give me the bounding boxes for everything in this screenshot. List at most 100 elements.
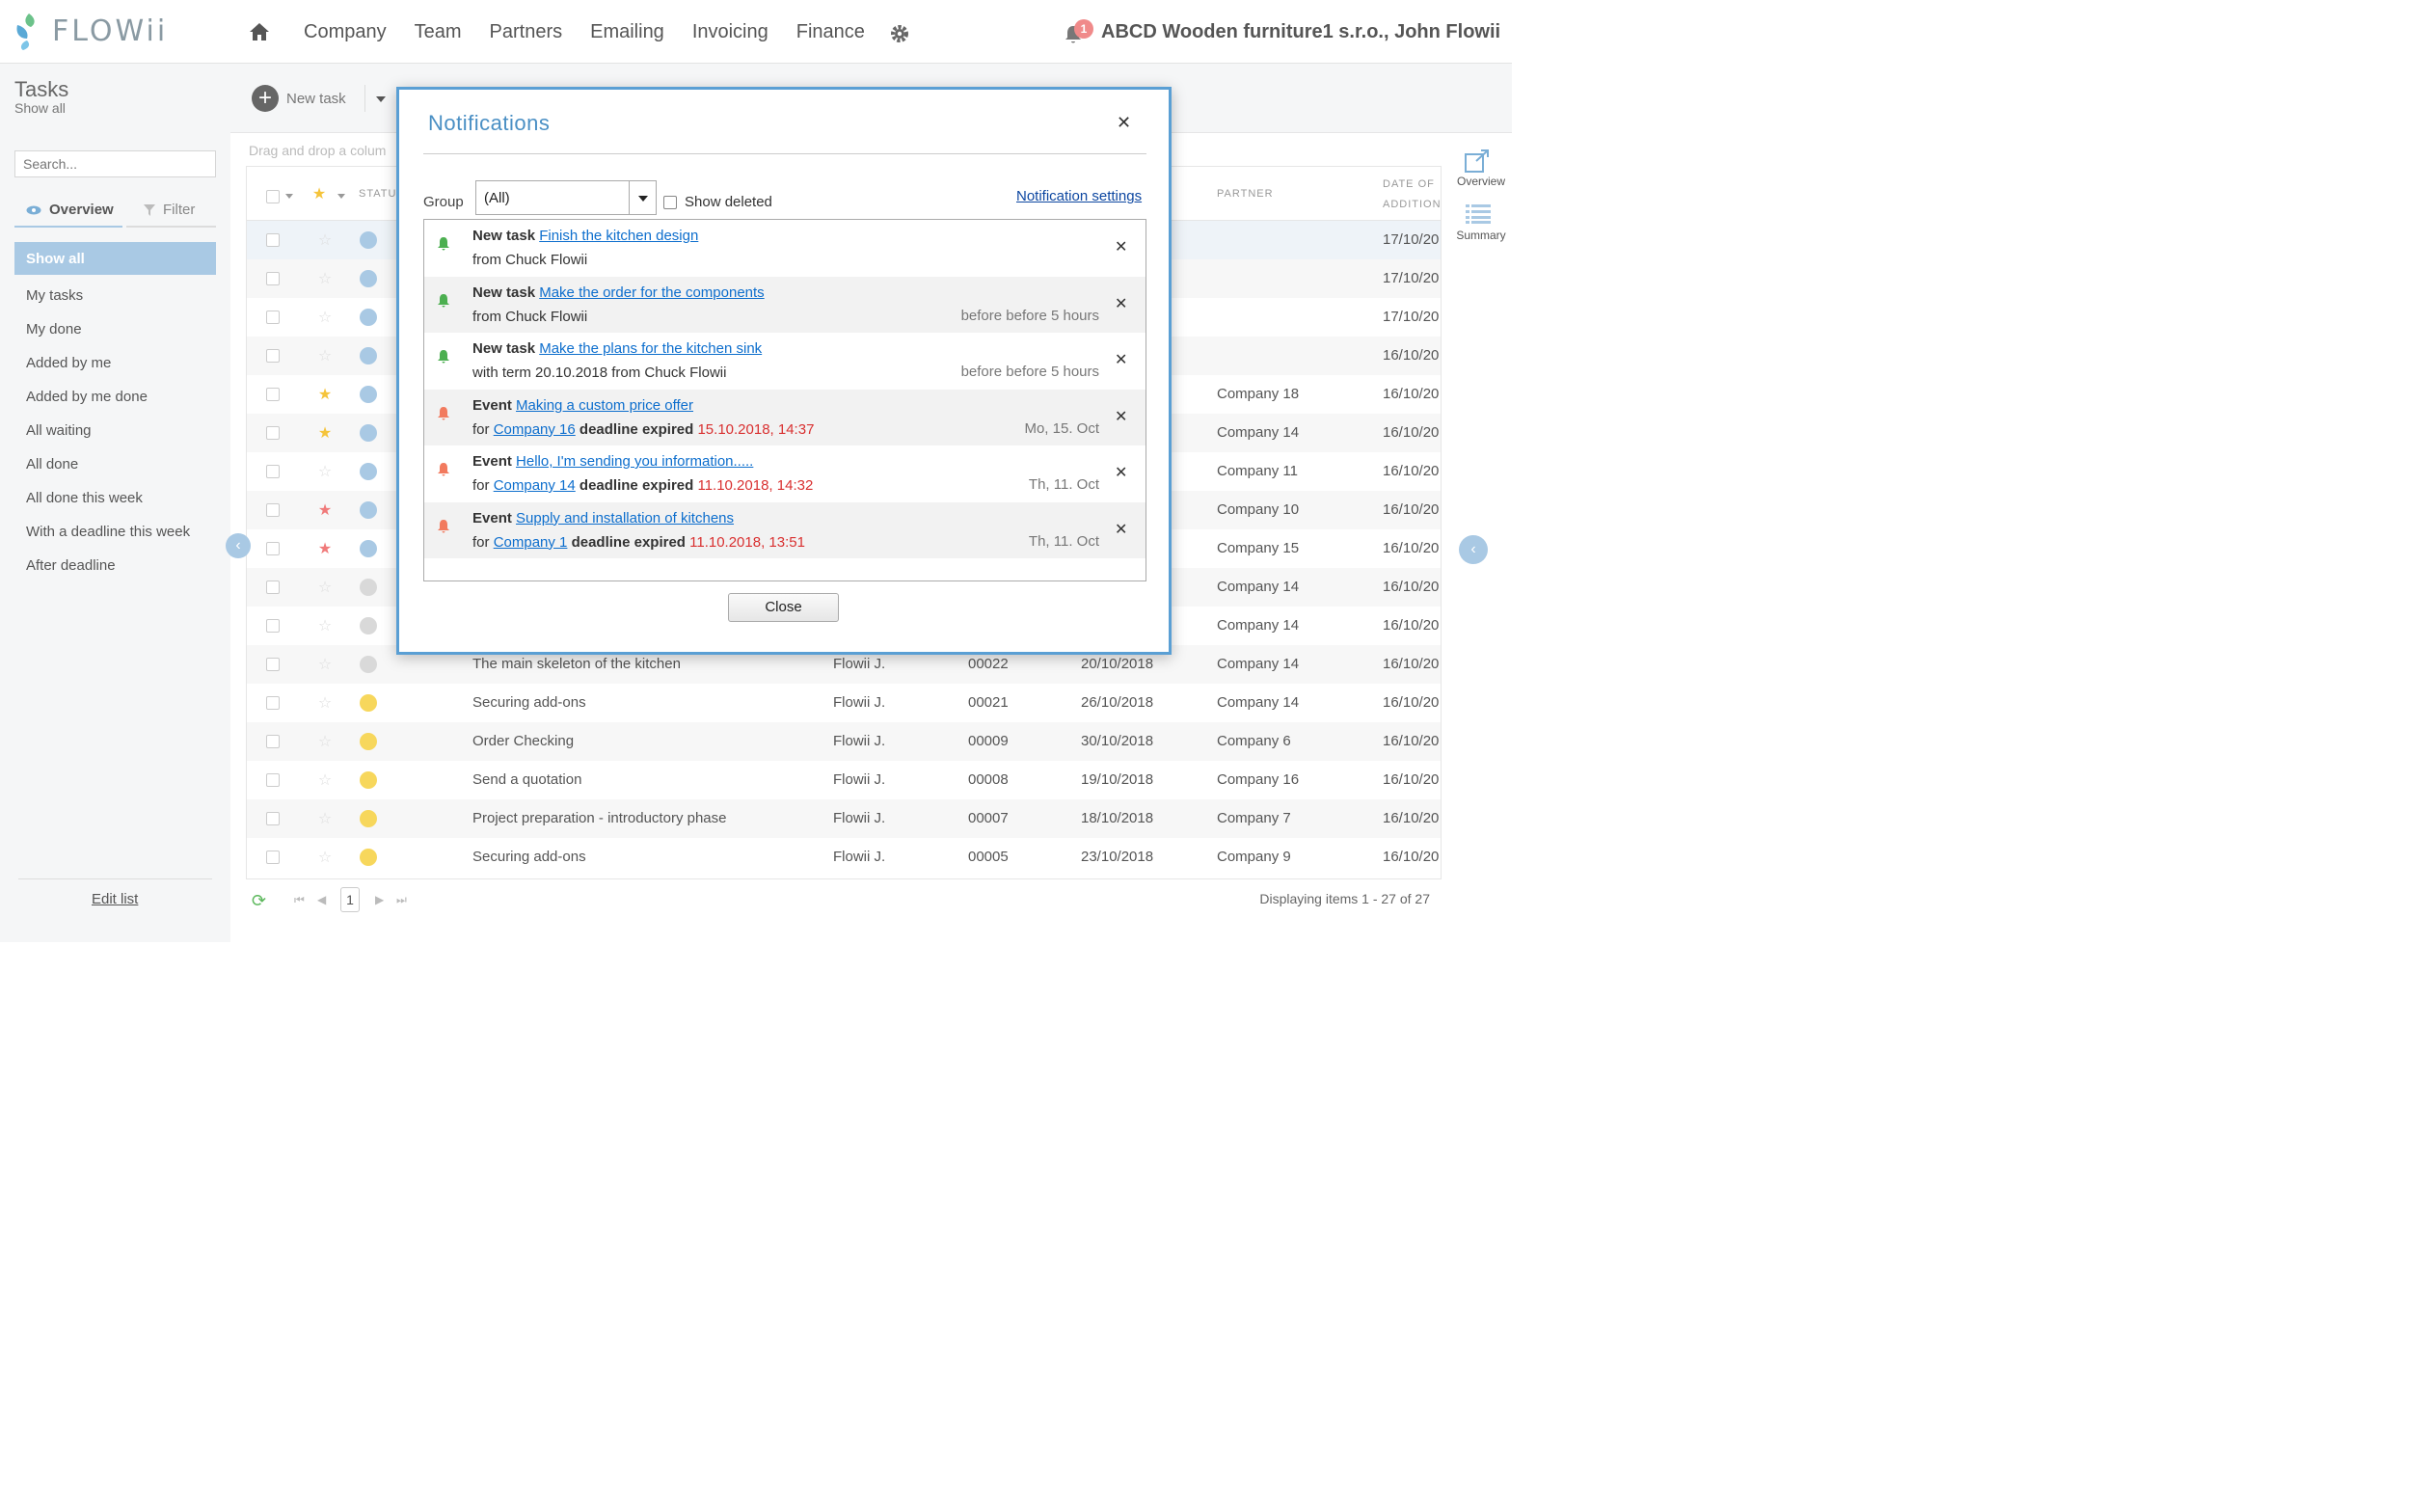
row-checkbox[interactable]: [266, 696, 280, 710]
flowii-logo[interactable]: FLOWii: [13, 10, 168, 52]
task-title[interactable]: Send a quotation: [472, 771, 581, 788]
sidebar-item-my-tasks[interactable]: My tasks: [14, 279, 216, 312]
task-title[interactable]: Project preparation - introductory phase: [472, 810, 726, 826]
sidebar-item-added-by-me-done[interactable]: Added by me done: [14, 380, 216, 414]
sidebar-item-all-done-this-week[interactable]: All done this week: [14, 481, 216, 515]
close-icon[interactable]: ✕: [1117, 113, 1131, 133]
star-icon[interactable]: ☆: [316, 693, 334, 713]
dismiss-icon[interactable]: ✕: [1115, 350, 1127, 369]
star-header-icon[interactable]: ★: [310, 184, 328, 203]
row-checkbox[interactable]: [266, 349, 280, 363]
dismiss-icon[interactable]: ✕: [1115, 520, 1127, 539]
star-icon[interactable]: ★: [316, 539, 334, 558]
last-page-icon[interactable]: ⏭: [396, 893, 407, 907]
notification-entity-link[interactable]: Company 16: [494, 421, 576, 438]
row-checkbox[interactable]: [266, 233, 280, 247]
row-checkbox[interactable]: [266, 580, 280, 594]
star-icon[interactable]: ☆: [316, 732, 334, 751]
table-row[interactable]: ☆ Securing add-ons Flowii J. 00005 23/10/201…: [247, 838, 1441, 877]
nav-partners[interactable]: Partners: [490, 21, 563, 43]
header-date-line2[interactable]: ADDITION: [1383, 199, 1441, 210]
row-checkbox[interactable]: [266, 503, 280, 517]
table-row[interactable]: ☆ Project preparation - introductory phas…: [247, 799, 1441, 838]
row-checkbox[interactable]: [266, 388, 280, 401]
star-icon[interactable]: ☆: [316, 770, 334, 790]
notification-link[interactable]: Hello, I'm sending you information.....: [516, 453, 753, 470]
row-checkbox[interactable]: [266, 426, 280, 440]
row-checkbox[interactable]: [266, 619, 280, 633]
nav-finance[interactable]: Finance: [796, 21, 865, 43]
star-icon[interactable]: ★: [316, 500, 334, 520]
sidebar-item-after-deadline[interactable]: After deadline: [14, 549, 216, 582]
star-icon[interactable]: ☆: [316, 230, 334, 250]
tab-overview[interactable]: Overview: [14, 197, 122, 228]
sidebar-item-added-by-me[interactable]: Added by me: [14, 346, 216, 380]
nav-team[interactable]: Team: [415, 21, 462, 43]
gear-icon[interactable]: [889, 23, 910, 44]
notification-badge[interactable]: 1: [1074, 19, 1093, 39]
star-icon[interactable]: ☆: [316, 346, 334, 365]
table-row[interactable]: ☆ Order Checking Flowii J. 00009 30/10/2018 C…: [247, 722, 1441, 761]
sidebar-item-all-done[interactable]: All done: [14, 447, 216, 481]
notification-settings-link[interactable]: Notification settings: [1016, 188, 1142, 204]
star-icon[interactable]: ☆: [316, 269, 334, 288]
edit-list-link[interactable]: Edit list: [92, 891, 138, 907]
header-date-line1[interactable]: DATE OF: [1383, 178, 1435, 190]
sidebar-item-deadline-this-week[interactable]: With a deadline this week: [14, 515, 216, 549]
task-title[interactable]: Securing add-ons: [472, 849, 586, 865]
star-icon[interactable]: ★: [316, 385, 334, 404]
task-title[interactable]: Order Checking: [472, 733, 574, 749]
list-icon[interactable]: [1466, 204, 1491, 224]
nav-emailing[interactable]: Emailing: [590, 21, 664, 43]
row-checkbox[interactable]: [266, 773, 280, 787]
chevron-down-icon[interactable]: [337, 194, 345, 199]
next-page-icon[interactable]: ▶: [375, 893, 384, 906]
star-icon[interactable]: ☆: [316, 308, 334, 327]
dropdown-button[interactable]: [629, 181, 656, 214]
row-checkbox[interactable]: [266, 735, 280, 748]
row-checkbox[interactable]: [266, 465, 280, 478]
task-title[interactable]: The main skeleton of the kitchen: [472, 656, 681, 672]
sidebar-item-all-waiting[interactable]: All waiting: [14, 414, 216, 447]
header-partner[interactable]: PARTNER: [1217, 188, 1274, 200]
table-row[interactable]: ☆ Send a quotation Flowii J. 00008 19/10/201…: [247, 761, 1441, 799]
sidebar-item-show-all[interactable]: Show all: [14, 242, 216, 275]
company-user[interactable]: ABCD Wooden furniture1 s.r.o., John Flow…: [1101, 21, 1500, 43]
select-all-checkbox[interactable]: [266, 190, 280, 203]
star-icon[interactable]: ★: [316, 423, 334, 443]
dismiss-icon[interactable]: ✕: [1115, 294, 1127, 313]
header-status[interactable]: STATU: [359, 188, 396, 200]
show-deleted-checkbox[interactable]: [663, 196, 677, 209]
notification-link[interactable]: Supply and installation of kitchens: [516, 510, 734, 526]
dismiss-icon[interactable]: ✕: [1115, 463, 1127, 482]
star-icon[interactable]: ☆: [316, 462, 334, 481]
show-deleted-label[interactable]: Show deleted: [685, 194, 772, 210]
notification-link[interactable]: Making a custom price offer: [516, 397, 693, 414]
summary-link[interactable]: Summary: [1452, 229, 1510, 242]
star-icon[interactable]: ☆: [316, 809, 334, 828]
close-button[interactable]: Close: [728, 593, 839, 622]
star-icon[interactable]: ☆: [316, 848, 334, 867]
row-checkbox[interactable]: [266, 658, 280, 671]
task-title[interactable]: Securing add-ons: [472, 694, 586, 711]
row-checkbox[interactable]: [266, 310, 280, 324]
row-checkbox[interactable]: [266, 272, 280, 285]
star-icon[interactable]: ☆: [316, 616, 334, 635]
dismiss-icon[interactable]: ✕: [1115, 237, 1127, 256]
chevron-down-icon[interactable]: [376, 96, 386, 102]
chevron-down-icon[interactable]: [285, 194, 293, 199]
row-checkbox[interactable]: [266, 850, 280, 864]
nav-company[interactable]: Company: [304, 21, 387, 43]
notification-entity-link[interactable]: Company 14: [494, 477, 576, 494]
collapse-right-icon[interactable]: ‹: [1459, 535, 1488, 564]
row-checkbox[interactable]: [266, 542, 280, 555]
tab-filter[interactable]: Filter: [126, 197, 216, 228]
prev-page-icon[interactable]: ◀: [317, 893, 326, 906]
row-checkbox[interactable]: [266, 812, 280, 825]
first-page-icon[interactable]: ⏮: [294, 893, 305, 907]
collapse-left-icon[interactable]: ‹: [226, 533, 251, 558]
star-icon[interactable]: ☆: [316, 655, 334, 674]
notification-link[interactable]: Finish the kitchen design: [539, 228, 698, 244]
page-number[interactable]: 1: [340, 887, 360, 912]
table-row[interactable]: ☆ Securing add-ons Flowii J. 00021 26/10/201…: [247, 684, 1441, 722]
